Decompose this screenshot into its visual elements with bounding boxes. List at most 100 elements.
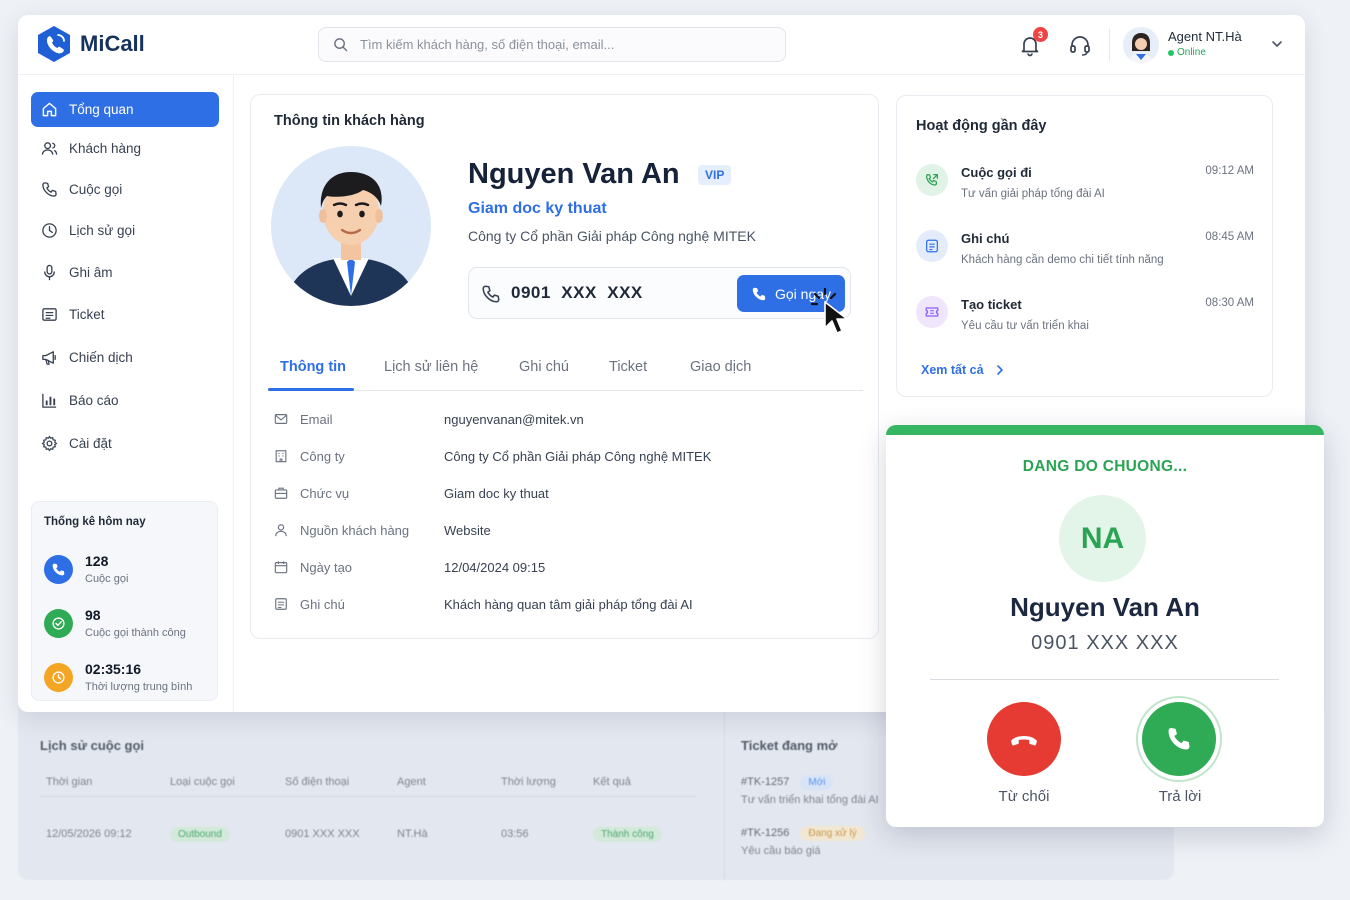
- column-header: Agent: [397, 775, 426, 788]
- ticket-icon: [916, 296, 948, 328]
- info-label: Nguồn khách hàng: [300, 522, 410, 538]
- clock-icon: [44, 662, 73, 692]
- column-header: Thời gian: [46, 775, 93, 788]
- table-row[interactable]: 12/05/2026 09:12 Outbound 0901 XXX XXX N…: [40, 823, 696, 845]
- ticket-id: #TK-1257: [741, 776, 790, 788]
- sidebar-item-label: Cài đặt: [69, 436, 112, 451]
- sidebar-item-tong-quan[interactable]: Tổng quan: [31, 92, 219, 127]
- outgoing-call-icon: [916, 164, 948, 196]
- tab-giao-dich[interactable]: Giao dịch: [690, 359, 751, 375]
- note-icon: [275, 598, 287, 610]
- info-row-created-date: Ngày tạo 12/04/2024 09:15: [274, 557, 545, 577]
- phone-icon: [482, 285, 500, 303]
- sidebar-item-chien-dich[interactable]: Chiến dịch: [31, 340, 219, 375]
- caller-phone: 0901 XXX XXX: [1031, 632, 1179, 654]
- stat-value: 02:35:16: [85, 661, 142, 677]
- notification-badge: 3: [1033, 27, 1048, 42]
- list-item[interactable]: #TK-1256 Đang xử lý Yêu cầu báo giá: [741, 826, 1158, 857]
- search-input[interactable]: [360, 37, 760, 52]
- info-row-email: Email nguyenvanan@mitek.vn: [274, 409, 584, 429]
- ticket-id: #TK-1256: [741, 827, 790, 839]
- info-row-note: Ghi chú Khách hàng quan tâm giải pháp tổ…: [274, 594, 693, 614]
- bar-chart-icon: [42, 393, 57, 408]
- tab-ghi-chu[interactable]: Ghi chú: [519, 359, 569, 375]
- sidebar-item-khach-hang[interactable]: Khách hàng: [31, 131, 219, 166]
- ticket-status-badge: Mới: [800, 775, 834, 790]
- activity-time: 08:45 AM: [1205, 231, 1254, 243]
- info-value: nguyenvanan@mitek.vn: [444, 411, 584, 427]
- logo-icon: [38, 26, 70, 62]
- sidebar-item-ticket[interactable]: Ticket: [31, 297, 219, 332]
- ticket-desc: Yêu cầu báo giá: [741, 845, 821, 857]
- sidebar-item-label: Khách hàng: [69, 141, 142, 156]
- column-header: Loại cuộc gọi: [170, 775, 235, 788]
- phone-icon: [42, 182, 57, 197]
- decline-label: Từ chối: [998, 788, 1050, 805]
- briefcase-icon: [274, 487, 288, 499]
- activity-item[interactable]: Cuộc gọi đi Tư vấn giải pháp tổng đài AI…: [916, 164, 1256, 214]
- stat-label: Cuộc gọi thành công: [85, 627, 186, 639]
- result-badge: Thành công: [593, 826, 662, 842]
- column-header: Thời lượng: [501, 775, 556, 788]
- tab-thong-tin[interactable]: Thông tin: [280, 359, 346, 375]
- cell-agent: NT.Hà: [397, 828, 428, 840]
- sidebar-item-lich-su-goi[interactable]: Lịch sử gọi: [31, 213, 219, 248]
- info-label: Chức vụ: [300, 485, 350, 501]
- cell-phone: 0901 XXX XXX: [285, 828, 360, 840]
- call-history-header: Thời gian Loại cuộc gọi Số điện thoại Ag…: [40, 775, 696, 797]
- online-dot-icon: [1168, 49, 1174, 56]
- info-value: 12/04/2024 09:15: [444, 559, 546, 575]
- see-all-link[interactable]: Xem tất cả: [921, 363, 1006, 377]
- info-label: Ghi chú: [300, 596, 345, 612]
- megaphone-icon: [42, 351, 56, 365]
- sidebar-item-cai-dat[interactable]: Cài đặt: [31, 426, 219, 461]
- top-bar: MiCall 3 Agent NT.Hà Online: [18, 15, 1305, 75]
- headset-icon[interactable]: [1068, 33, 1092, 57]
- sidebar-item-label: Ticket: [69, 307, 105, 322]
- agent-avatar-image: [1123, 27, 1159, 63]
- gear-icon: [41, 435, 58, 452]
- call-history-panel: Lịch sử cuộc gọi Thời gian Loại cuộc gọi…: [18, 700, 718, 880]
- chevron-down-icon[interactable]: [1270, 37, 1284, 51]
- activity-desc: Tư vấn giải pháp tổng đài AI: [961, 188, 1105, 200]
- logo[interactable]: MiCall: [34, 24, 145, 64]
- sidebar-item-cuoc-goi[interactable]: Cuộc gọi: [31, 172, 219, 207]
- incoming-call-status: DANG DO CHUONG...: [1022, 458, 1188, 475]
- activity-item[interactable]: Ghi chú Khách hàng cần demo chi tiết tín…: [916, 230, 1256, 280]
- customer-info-card: Thông tin khách hàng Nguyen Van An VIP G…: [250, 94, 879, 639]
- microphone-icon: [44, 264, 55, 281]
- today-stats: Thống kê hôm nay 128 Cuộc gọi 98 Cuộc gọ…: [31, 501, 218, 701]
- info-row-position: Chức vụ Giam doc ky thuat: [274, 483, 549, 503]
- info-row-company: Công ty Công ty Cổ phần Giải pháp Công n…: [274, 446, 711, 466]
- accept-label: Trả lời: [1158, 788, 1202, 805]
- search-bar[interactable]: [318, 27, 786, 62]
- tab-ticket[interactable]: Ticket: [609, 359, 647, 375]
- tab-lich-su-lien-he[interactable]: Lịch sử liên hệ: [384, 359, 478, 375]
- activity-item[interactable]: Tạo ticket Yêu cầu tư vấn triển khai 08:…: [916, 296, 1256, 346]
- agent-status-text: Online: [1177, 47, 1206, 58]
- decline-call-button[interactable]: [987, 702, 1061, 776]
- sidebar-item-ghi-am[interactable]: Ghi âm: [31, 255, 219, 290]
- phone-icon: [44, 554, 73, 584]
- app-name: MiCall: [80, 31, 145, 56]
- sidebar-item-label: Cuộc gọi: [69, 182, 123, 197]
- accept-call-button[interactable]: [1142, 702, 1216, 776]
- agent-avatar[interactable]: [1123, 27, 1159, 63]
- sidebar-item-label: Tổng quan: [69, 102, 134, 117]
- stat-value: 98: [85, 607, 101, 623]
- home-icon: [42, 102, 57, 117]
- customer-avatar-image: [271, 146, 431, 306]
- hang-up-icon: [1011, 736, 1037, 746]
- active-tab-indicator: [268, 388, 354, 391]
- activity-name: Ghi chú: [961, 231, 1010, 246]
- check-circle-icon: [44, 608, 73, 638]
- info-value: Giam doc ky thuat: [444, 485, 549, 501]
- sidebar-item-label: Chiến dịch: [69, 350, 133, 365]
- stat-label: Cuộc gọi: [85, 573, 129, 585]
- sidebar-item-bao-cao[interactable]: Báo cáo: [31, 383, 219, 418]
- info-value: Khách hàng quan tâm giải pháp tổng đài A…: [444, 596, 693, 612]
- activity-desc: Yêu cầu tư vấn triển khai: [961, 320, 1089, 332]
- info-label: Công ty: [300, 448, 345, 464]
- clock-icon: [42, 223, 57, 238]
- note-icon: [916, 230, 948, 262]
